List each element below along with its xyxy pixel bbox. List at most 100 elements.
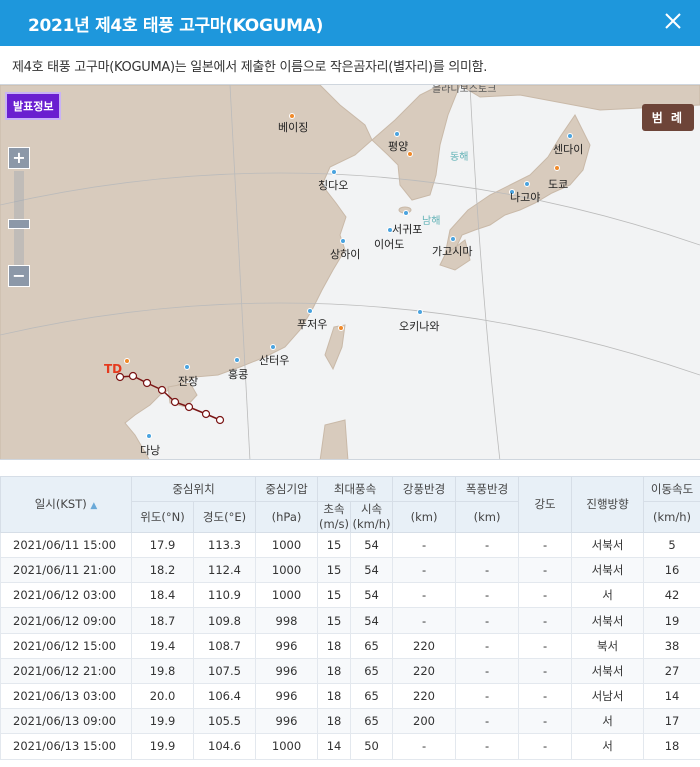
- table-cell: -: [392, 607, 457, 634]
- dialog-header: 2021년 제4호 태풍 고구마(KOGUMA): [0, 0, 700, 46]
- map-base: TD: [0, 85, 700, 459]
- city-label: 블라디보스토크: [432, 84, 497, 95]
- table-cell: 200: [392, 708, 457, 735]
- table-cell: 54: [350, 607, 394, 634]
- col-kmh: 시속 (km/h): [350, 501, 394, 533]
- sea-label: 남해: [422, 216, 441, 227]
- zoom-in-button[interactable]: +: [8, 147, 30, 169]
- table-cell: 20.0: [131, 682, 194, 710]
- table-cell: 15: [317, 607, 352, 634]
- korea-peninsula: [371, 85, 461, 201]
- table-cell: -: [392, 733, 457, 760]
- table-row: 2021/06/13 09:00 19.9 105.5 996 18 65 200- - 서 17: [0, 708, 700, 735]
- map-pin[interactable]: [407, 151, 413, 157]
- col-center: 중심위치: [130, 476, 257, 502]
- legend-button[interactable]: 범 례: [641, 104, 694, 131]
- table-cell: 19.4: [131, 632, 194, 659]
- map-pin[interactable]: [567, 133, 573, 139]
- table-cell: -: [518, 657, 573, 685]
- table-cell: 2021/06/13 09:00: [0, 708, 132, 735]
- map-pin[interactable]: [524, 181, 530, 187]
- map-pin[interactable]: [234, 357, 240, 363]
- table-cell: 18: [317, 657, 352, 685]
- city-label: 베이징: [278, 121, 309, 134]
- col-lat: 위도(°N): [131, 501, 194, 533]
- table-row: 2021/06/12 15:00 19.4 108.7 996 18 65 220- - 북서 3…: [0, 632, 700, 659]
- sea-label: 동해: [450, 152, 469, 163]
- table-cell: -: [455, 531, 520, 559]
- zoom-out-button[interactable]: −: [8, 265, 30, 287]
- info-button[interactable]: 발표정보: [5, 92, 62, 120]
- map-pin[interactable]: [394, 131, 400, 137]
- table-cell: -: [455, 607, 520, 634]
- city-label: 서귀포: [392, 223, 423, 236]
- zoom-slider-knob[interactable]: [8, 219, 30, 229]
- table-cell: 42: [643, 582, 700, 609]
- table-cell: 50: [350, 733, 394, 760]
- map-pin[interactable]: [331, 169, 337, 175]
- map-pin[interactable]: [270, 344, 276, 350]
- city-label: 다낭: [140, 444, 161, 457]
- table-cell: 1000: [255, 531, 319, 559]
- map-pin[interactable]: [307, 308, 313, 314]
- table-cell: 2021/06/13 03:00: [0, 682, 132, 710]
- map-pin[interactable]: [146, 433, 152, 439]
- table-cell: 2021/06/12 21:00: [0, 657, 132, 685]
- table-cell: 107.5: [192, 657, 257, 685]
- table-cell: 54: [350, 557, 394, 584]
- close-icon[interactable]: [662, 10, 684, 32]
- table-cell: 18.4: [131, 582, 194, 609]
- city-label: 센다이: [553, 143, 584, 156]
- table-cell: 220: [392, 657, 457, 685]
- col-speed-unit: (km/h): [643, 501, 700, 533]
- table-row: 2021/06/12 03:00 18.4 110.9 1000 15 54- - - 서 42: [0, 582, 700, 609]
- zoom-control[interactable]: + −: [8, 147, 30, 295]
- table-cell: -: [455, 733, 520, 760]
- map-pin[interactable]: [554, 165, 560, 171]
- table-cell: 18: [317, 632, 352, 659]
- table-cell: -: [455, 657, 520, 685]
- table-cell: 113.3: [192, 531, 257, 559]
- table-cell: 27: [643, 657, 700, 685]
- table-cell: 16: [643, 557, 700, 584]
- map-pin[interactable]: [338, 325, 344, 331]
- map-pin[interactable]: [340, 238, 346, 244]
- table-cell: -: [518, 733, 573, 760]
- col-datetime[interactable]: 일시(KST) ▲: [0, 476, 132, 533]
- table-cell: 15: [317, 531, 352, 559]
- table-cell: 18.7: [131, 607, 194, 634]
- table-cell: -: [392, 582, 457, 609]
- map-pin[interactable]: [403, 210, 409, 216]
- map-pin[interactable]: [124, 358, 130, 364]
- table-cell: 996: [255, 682, 319, 710]
- taiwan-island: [324, 324, 346, 371]
- table-cell: -: [455, 582, 520, 609]
- city-label: 홍콩: [228, 368, 249, 381]
- table-row: 2021/06/13 03:00 20.0 106.4 996 18 65 220- - 서남서…: [0, 682, 700, 710]
- table-cell: 18: [643, 733, 700, 760]
- table-cell: 2021/06/13 15:00: [0, 733, 132, 760]
- typhoon-map[interactable]: TD 발표정보 범 례 + − 블라디보스토크 베이징 평양 동해 센다이 칭다…: [0, 84, 700, 460]
- table-cell: 14: [643, 682, 700, 710]
- table-cell: -: [392, 531, 457, 559]
- table-row: 2021/06/12 09:00 18.7 109.8 998 15 54- - - 서북서 19: [0, 607, 700, 634]
- city-label: 칭다오: [318, 179, 349, 192]
- dialog-title: 2021년 제4호 태풍 고구마(KOGUMA): [28, 16, 324, 36]
- city-label: 잔장: [178, 375, 199, 388]
- city-label: 도쿄: [548, 178, 569, 191]
- table-cell: -: [518, 582, 573, 609]
- map-pin[interactable]: [450, 236, 456, 242]
- table-row: 2021/06/12 21:00 19.8 107.5 996 18 65 220- - 서북서…: [0, 657, 700, 685]
- map-pin[interactable]: [417, 309, 423, 315]
- table-cell: 996: [255, 632, 319, 659]
- table-cell: -: [518, 632, 573, 659]
- map-pin[interactable]: [184, 364, 190, 370]
- table-cell: 2021/06/12 09:00: [0, 607, 132, 634]
- sort-asc-icon[interactable]: ▲: [90, 501, 97, 511]
- table-cell: 17: [643, 708, 700, 735]
- table-cell: -: [518, 531, 573, 559]
- luzon-island: [319, 419, 349, 459]
- map-pin[interactable]: [387, 227, 393, 233]
- table-cell: 1000: [255, 733, 319, 760]
- table-cell: 서남서: [571, 682, 645, 710]
